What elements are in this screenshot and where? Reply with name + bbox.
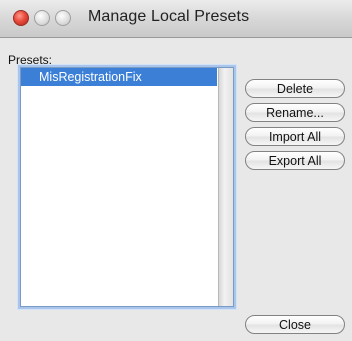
window-zoom-icon[interactable] bbox=[55, 10, 71, 26]
presets-list[interactable]: MisRegistrationFix bbox=[20, 67, 234, 307]
window-title: Manage Local Presets bbox=[88, 8, 250, 25]
rename-button[interactable]: Rename... bbox=[245, 103, 345, 122]
window-close-icon[interactable] bbox=[13, 10, 29, 26]
title-bar: Manage Local Presets bbox=[0, 0, 352, 38]
close-button[interactable]: Close bbox=[245, 315, 345, 334]
delete-button[interactable]: Delete bbox=[245, 79, 345, 98]
import-all-button[interactable]: Import All bbox=[245, 127, 345, 146]
list-scrollbar[interactable] bbox=[218, 68, 233, 306]
list-item-misregistrationfix[interactable]: MisRegistrationFix bbox=[21, 68, 217, 86]
dialog-content: Presets: MisRegistrationFix Delete Renam… bbox=[0, 38, 352, 341]
window-minimize-icon[interactable] bbox=[34, 10, 50, 26]
export-all-button[interactable]: Export All bbox=[245, 151, 345, 170]
presets-label: Presets: bbox=[8, 53, 53, 67]
